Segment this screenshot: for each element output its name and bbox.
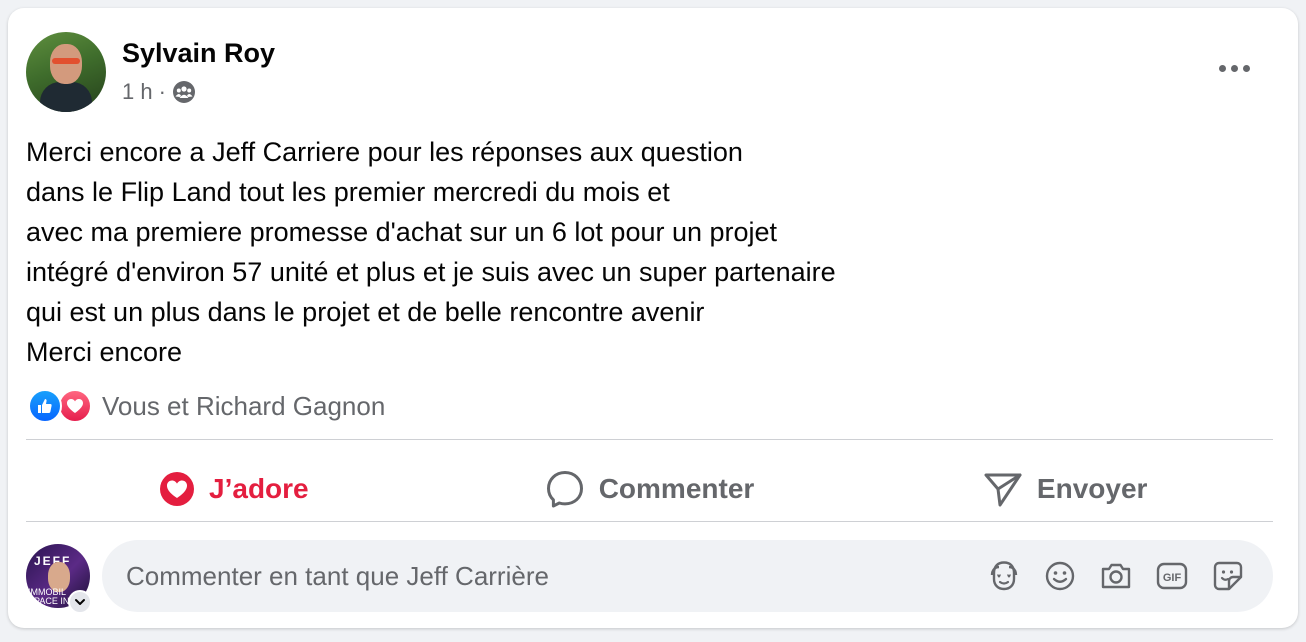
action-bar: J’adore Commenter Envoyer [26,448,1273,530]
like-reaction-icon [28,389,62,423]
avatar-sticker-icon[interactable] [985,557,1023,595]
love-label: J’adore [209,473,309,504]
love-reaction-icon [58,389,92,423]
reactions-names[interactable]: Vous et Richard Gagnon [102,391,385,422]
post-meta: 1 h · [122,79,196,105]
author-avatar[interactable] [26,32,106,112]
comment-label: Commenter [598,473,755,504]
comment-button[interactable]: Commenter [442,459,858,519]
post-line: qui est un plus dans le projet et de bel… [26,297,705,327]
send-label: Envoyer [1036,473,1148,504]
post-time[interactable]: 1 h [122,79,153,105]
emoji-icon[interactable] [1041,557,1079,595]
group-icon [172,80,196,104]
love-button[interactable]: J’adore [26,459,442,519]
comment-icon [546,471,583,508]
post-line: intégré d'environ 57 unité et plus et je… [26,257,836,287]
gif-icon[interactable]: GIF [1153,557,1191,595]
comment-composer: JEFF IMMOBIL SPACE IN Commenter en tant … [26,540,1273,614]
send-button[interactable]: Envoyer [857,459,1273,519]
post-text: Merci encore a Jeff Carriere pour les ré… [26,132,1266,372]
comment-box: GIF [102,540,1273,612]
more-icon[interactable] [1214,56,1254,80]
svg-text:GIF: GIF [1163,572,1182,584]
sticker-icon[interactable] [1209,557,1247,595]
author-name[interactable]: Sylvain Roy [122,38,275,69]
post-card: Sylvain Roy 1 h · Merci encore a Jeff Ca… [8,8,1298,628]
camera-icon[interactable] [1097,557,1135,595]
meta-separator: · [158,79,166,104]
reactions-summary[interactable]: Vous et Richard Gagnon [28,388,385,424]
divider [26,439,1273,440]
post-line: avec ma premiere promesse d'achat sur un… [26,217,778,247]
send-icon [984,473,1022,507]
post-line: dans le Flip Land tout les premier mercr… [26,177,670,207]
post-line: Merci encore a Jeff Carriere pour les ré… [26,137,743,167]
post-line: Merci encore [26,337,183,367]
comment-input[interactable] [102,545,985,607]
divider [26,521,1273,522]
heart-icon [160,472,195,506]
chevron-down-icon[interactable] [68,590,92,614]
